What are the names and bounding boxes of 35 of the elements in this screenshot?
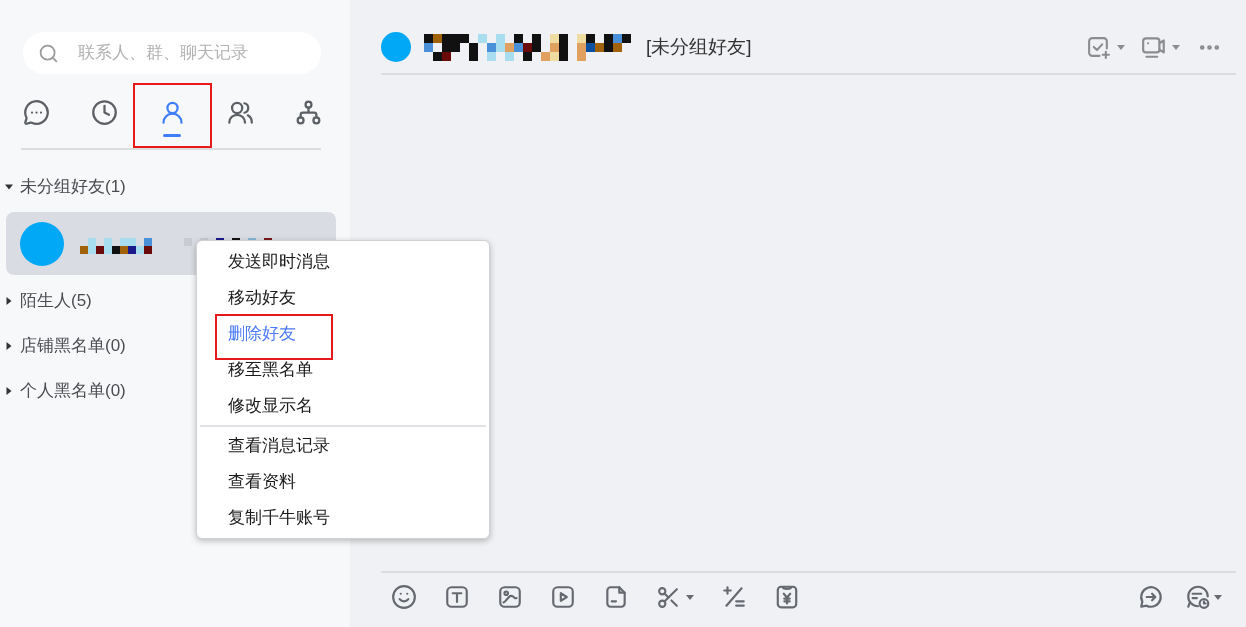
search-icon [38,42,59,64]
file-icon[interactable] [603,584,629,610]
active-tab-bar [163,134,181,137]
search-field[interactable]: 联系人、群、聊天记录 [23,32,321,74]
caret-icon[interactable] [686,594,694,600]
menu-item[interactable]: 删除好友 [197,316,489,352]
menu-item[interactable]: 复制千牛账号 [197,500,489,536]
checkbox-plus-icon[interactable] [1086,34,1111,60]
chat-bubble-icon [22,99,50,126]
menu-item[interactable]: 移至黑名单 [197,352,489,388]
menu-item[interactable]: 查看消息记录 [197,428,489,464]
video-camera-icon[interactable] [1141,34,1167,60]
caret-icon[interactable] [1172,44,1180,50]
caret-icon[interactable] [1117,44,1125,50]
text-icon[interactable] [444,584,470,610]
menu-item[interactable]: 发送即时消息 [197,244,489,280]
chat-history-icon[interactable] [1185,584,1211,610]
emoji-icon[interactable] [391,584,417,610]
plus-minus-icon[interactable] [721,584,747,610]
group-tag: [未分组好友] [646,32,752,62]
chat-arrow-icon[interactable] [1138,584,1164,610]
avatar-icon [381,32,411,62]
group-header[interactable]: 未分组好友(1) [0,164,350,209]
image-icon[interactable] [497,584,523,610]
caret-icon[interactable] [1214,594,1222,600]
menu-item[interactable]: 修改显示名 [197,388,489,424]
avatar-icon [20,221,64,266]
clock-icon [90,99,118,126]
play-icon[interactable] [550,584,576,610]
menu-item[interactable]: 查看资料 [197,464,489,500]
scissors-icon[interactable] [656,584,681,610]
menu-item[interactable]: 移动好友 [197,280,489,316]
yen-icon[interactable] [774,584,800,610]
tree-nodes-icon [294,99,322,126]
people-icon [226,99,254,126]
